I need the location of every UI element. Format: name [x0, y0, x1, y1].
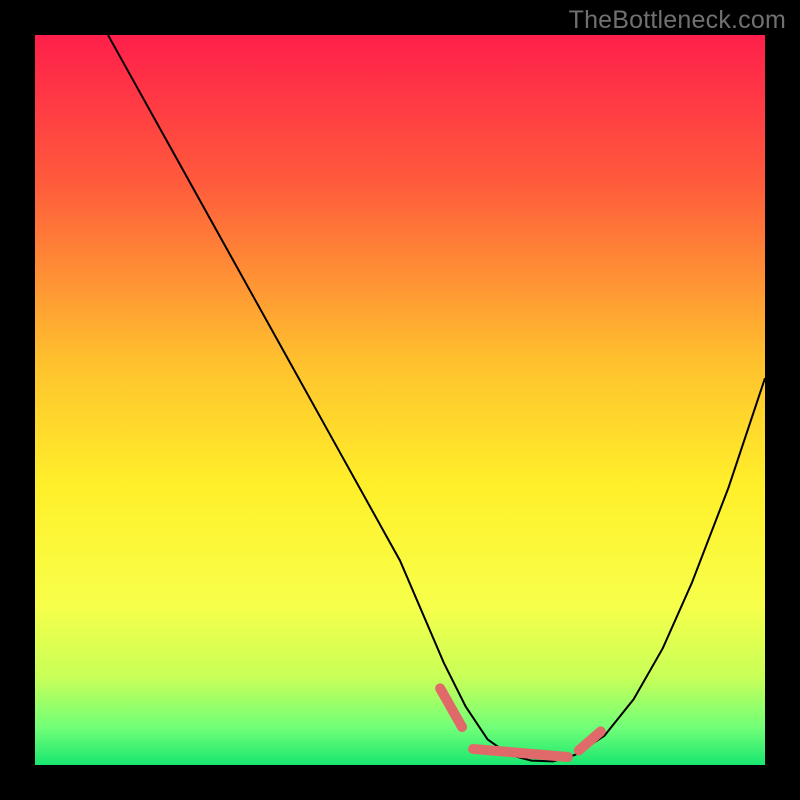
- watermark-text: TheBottleneck.com: [569, 6, 786, 35]
- chart-svg: [35, 35, 765, 765]
- chart-background: [35, 35, 765, 765]
- app-frame: TheBottleneck.com: [0, 0, 800, 800]
- chart-area: [35, 35, 765, 765]
